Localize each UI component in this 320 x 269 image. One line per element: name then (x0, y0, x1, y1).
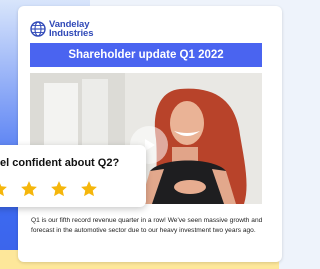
brand-name: Vandelay Industries (49, 20, 94, 39)
star-icon-4[interactable] (80, 180, 98, 198)
banner-title: Shareholder update Q1 2022 (30, 43, 262, 67)
globe-logo-icon (30, 21, 46, 37)
update-body-text: Q1 is our fifth record revenue quarter i… (31, 217, 263, 234)
star-icon-1[interactable] (0, 180, 8, 198)
survey-question: el confident about Q2? (0, 157, 120, 169)
star-icon-2[interactable] (20, 180, 38, 198)
star-icon-3[interactable] (50, 180, 68, 198)
rating-survey-popup: el confident about Q2? (0, 145, 146, 207)
brand-line-2: Industries (49, 28, 94, 39)
star-rating[interactable] (0, 180, 110, 198)
